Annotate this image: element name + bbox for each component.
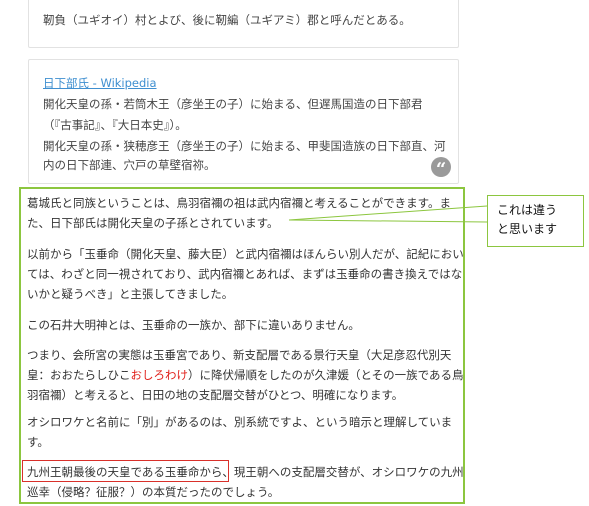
paragraph-text: ）に降伏帰順をしたのが久津媛（とその一族である鳥 xyxy=(188,368,464,382)
callout-line: これは違う xyxy=(497,203,558,217)
paragraph-line: 葛城氏と同族ということは、鳥羽宿禰の祖は武内宿禰と考えることができます。ま xyxy=(27,196,452,210)
paragraph-line: 羽宿禰）と考えると、日田の地の支配層交替がひとつ、明確になります。 xyxy=(27,388,404,402)
blockquote-2-line: 内の日下部連、穴戸の草壁宿祢。 xyxy=(43,158,216,172)
paragraph-line: ては、わざと同一視されており、武内宿禰とあれば、まずは玉垂命の書き換えではな xyxy=(27,267,463,281)
paragraph-line: 巡幸（侵略？征服？）の本質だったのでしょう。 xyxy=(27,485,280,499)
paragraph-line: オシロワケと名前に「別」があるのは、別系統ですよ、という暗示と理解していま xyxy=(27,415,453,429)
highlighted-red-text: おしろわけ xyxy=(130,368,189,382)
blockquote-2-line: 開化天皇の孫・狭穂彦王（彦坐王の子）に始まる、甲斐国造族の日下部直、河 xyxy=(43,139,446,153)
wikipedia-link[interactable]: 日下部氏 - Wikipedia xyxy=(43,75,157,91)
callout-line: と思います xyxy=(497,222,558,236)
paragraph-line: 皇：おおたらしひこおしろわけ）に降伏帰順をしたのが久津媛（とその一族である鳥 xyxy=(27,365,464,385)
paragraph-2: 以前から「玉垂命（開化天皇、藤大臣）と武内宿禰はほんらい別人だが、記紀におい て… xyxy=(27,244,464,304)
quote-icon: “ xyxy=(431,157,451,180)
paragraph-line: 以前から「玉垂命（開化天皇、藤大臣）と武内宿禰はほんらい別人だが、記紀におい xyxy=(27,247,464,261)
paragraph-line: いかと疑うべき」と主張してきました。 xyxy=(27,287,234,301)
paragraph-line: た、日下部氏は開化天皇の子孫とされています。 xyxy=(27,216,279,230)
blockquote-1: 靭負（ユギオイ）村とよび、後に靭編（ユギアミ）郡と呼んだとある。 xyxy=(28,0,459,48)
blockquote-2-line: 開化天皇の孫・若筒木王（彦坐王の子）に始まる、但遅馬国造の日下部君 xyxy=(43,97,423,111)
callout-box: これは違う と思います xyxy=(487,195,584,247)
paragraph-1: 葛城氏と同族ということは、鳥羽宿禰の祖は武内宿禰と考えることができます。ま た、… xyxy=(27,193,451,233)
red-annotation-rectangle xyxy=(22,460,229,482)
paragraph-line: す。 xyxy=(27,435,49,449)
paragraph-4: つまり、会所宮の実態は玉垂宮であり、新支配層である景行天皇（大足彦忍代別天 皇：… xyxy=(27,345,464,405)
paragraph-text: 皇：おおたらしひこ xyxy=(27,368,131,382)
paragraph-line: この石井大明神とは、玉垂命の一族か、部下に違いありません。 xyxy=(27,318,360,332)
blockquote-2: 日下部氏 - Wikipedia 開化天皇の孫・若筒木王（彦坐王の子）に始まる、… xyxy=(28,59,459,184)
paragraph-5: オシロワケと名前に「別」があるのは、別系統ですよ、という暗示と理解していま す。 xyxy=(27,412,452,452)
paragraph-line: つまり、会所宮の実態は玉垂宮であり、新支配層である景行天皇（大足彦忍代別天 xyxy=(27,348,452,362)
blockquote-1-text: 靭負（ユギオイ）村とよび、後に靭編（ユギアミ）郡と呼んだとある。 xyxy=(43,13,411,27)
paragraph-3: この石井大明神とは、玉垂命の一族か、部下に違いありません。 xyxy=(27,315,360,335)
blockquote-2-line: （『古事記』、『大日本史』）。 xyxy=(43,118,187,132)
